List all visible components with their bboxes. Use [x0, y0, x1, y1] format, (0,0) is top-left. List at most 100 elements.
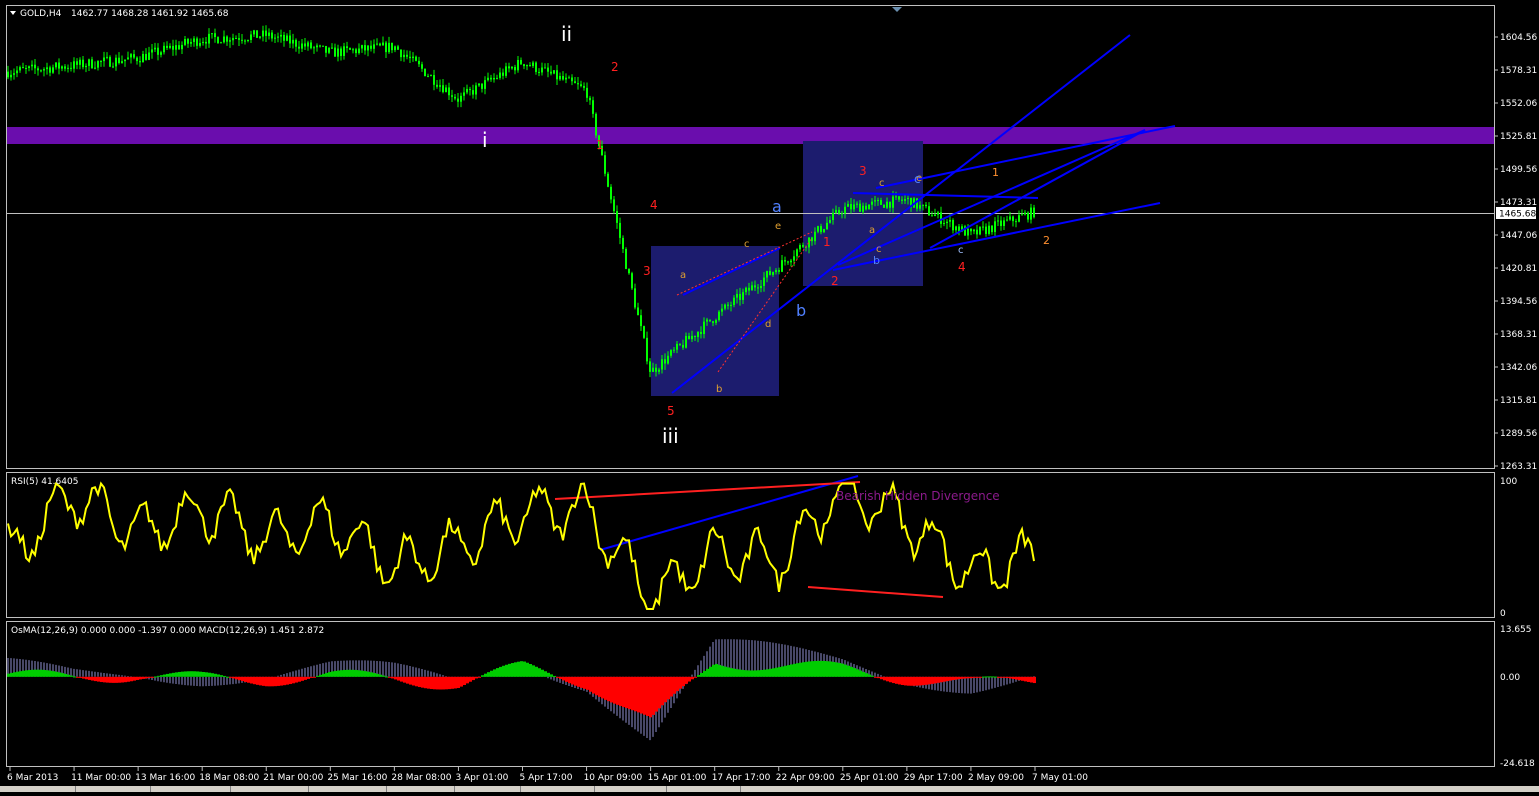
- price-candle: [613, 199, 615, 212]
- price-candle: [232, 38, 234, 41]
- osma-bar: [955, 676, 958, 680]
- price-candle: [190, 42, 192, 44]
- price-candle: [280, 34, 282, 37]
- price-candle: [85, 65, 87, 68]
- osma-bar: [211, 673, 214, 677]
- wave-label-letter: e: [775, 221, 781, 232]
- osma-bar: [601, 676, 604, 699]
- price-candle: [901, 199, 903, 201]
- price-candle: [976, 229, 978, 235]
- price-candle: [967, 228, 969, 236]
- price-candle: [838, 209, 840, 214]
- osma-bar: [775, 667, 778, 677]
- price-candle: [748, 287, 750, 291]
- price-candle: [556, 70, 558, 80]
- price-candle: [130, 54, 132, 58]
- osma-bar: [904, 676, 907, 686]
- osma-bar: [571, 676, 574, 685]
- osma-bar: [985, 676, 988, 678]
- osma-bar: [814, 660, 817, 677]
- price-candle: [208, 33, 210, 44]
- osma-bar: [967, 676, 970, 679]
- osma-bar: [784, 665, 787, 677]
- osma-bar: [136, 676, 139, 680]
- time-axis-label: 25 Apr 01:00: [840, 773, 899, 783]
- price-candle: [298, 46, 300, 49]
- osma-bar: [13, 672, 16, 677]
- osma-bar: [427, 676, 430, 689]
- osma-bar: [616, 676, 619, 705]
- osma-bar: [373, 673, 376, 677]
- price-candle: [49, 67, 51, 73]
- price-candle: [673, 349, 675, 351]
- price-candle: [829, 220, 831, 223]
- price-candle: [850, 203, 852, 210]
- osma-bar: [22, 670, 25, 677]
- osma-bar: [508, 663, 511, 677]
- osma-bar: [580, 676, 583, 688]
- osma-bar: [334, 670, 337, 677]
- price-candle: [511, 66, 513, 69]
- price-candle: [466, 88, 468, 93]
- price-candle: [847, 203, 849, 207]
- osma-bar: [760, 669, 763, 677]
- osma-bar: [163, 674, 166, 677]
- price-candle: [313, 47, 315, 49]
- osma-bar: [961, 676, 964, 679]
- price-candle: [346, 46, 348, 49]
- price-candle: [508, 66, 510, 69]
- price-candle: [373, 44, 375, 49]
- price-candle: [550, 71, 552, 74]
- osma-bar: [619, 676, 622, 706]
- price-candle: [874, 200, 876, 202]
- macd-title: OsMA(12,26,9) 0.000 0.000 -1.397 0.000 M…: [11, 626, 324, 636]
- osma-bar: [400, 676, 403, 682]
- price-candle: [820, 226, 822, 233]
- price-candle: [754, 285, 756, 288]
- price-candle: [694, 335, 696, 338]
- price-candle: [865, 205, 867, 210]
- price-candle: [736, 293, 738, 298]
- price-candle: [643, 326, 645, 338]
- osma-bar: [805, 661, 808, 677]
- price-candle: [625, 248, 627, 269]
- wave-label-number: 4: [650, 198, 658, 212]
- osma-bar: [934, 676, 937, 684]
- osma-bar: [253, 676, 256, 685]
- osma-bar: [259, 676, 262, 686]
- price-candle: [268, 32, 270, 36]
- osma-bar: [340, 670, 343, 677]
- price-candle: [724, 304, 726, 309]
- wave-label-letter: c: [958, 245, 964, 256]
- price-candle: [418, 60, 420, 65]
- osma-bar: [535, 666, 538, 677]
- price-candle: [148, 52, 150, 60]
- osma-bar: [643, 676, 646, 715]
- resistance-zone: [6, 127, 1494, 144]
- price-candle: [358, 48, 360, 54]
- price-candle: [391, 42, 393, 51]
- price-candle: [244, 40, 246, 42]
- osma-bar: [421, 676, 424, 688]
- osma-bar: [892, 676, 895, 684]
- price-candle: [181, 44, 183, 50]
- osma-bar: [586, 676, 589, 690]
- wave-label-letter-blue: a: [772, 197, 782, 216]
- price-candle: [40, 70, 42, 72]
- osma-bar: [706, 668, 709, 677]
- price-candle: [178, 45, 180, 50]
- price-axis-label: 1315.81: [1500, 396, 1537, 406]
- osma-bar: [604, 676, 607, 700]
- osma-bar: [463, 676, 466, 686]
- price-candle: [16, 70, 18, 74]
- price-candle: [997, 220, 999, 222]
- osma-bar: [1009, 676, 1012, 679]
- price-axis-label: 1447.06: [1500, 231, 1537, 241]
- price-candle: [316, 45, 318, 48]
- price-candle: [700, 331, 702, 335]
- price-candle: [715, 320, 717, 323]
- osma-bar: [118, 676, 121, 683]
- osma-bar: [379, 674, 382, 677]
- osma-bar: [91, 676, 94, 681]
- price-candle: [790, 260, 792, 263]
